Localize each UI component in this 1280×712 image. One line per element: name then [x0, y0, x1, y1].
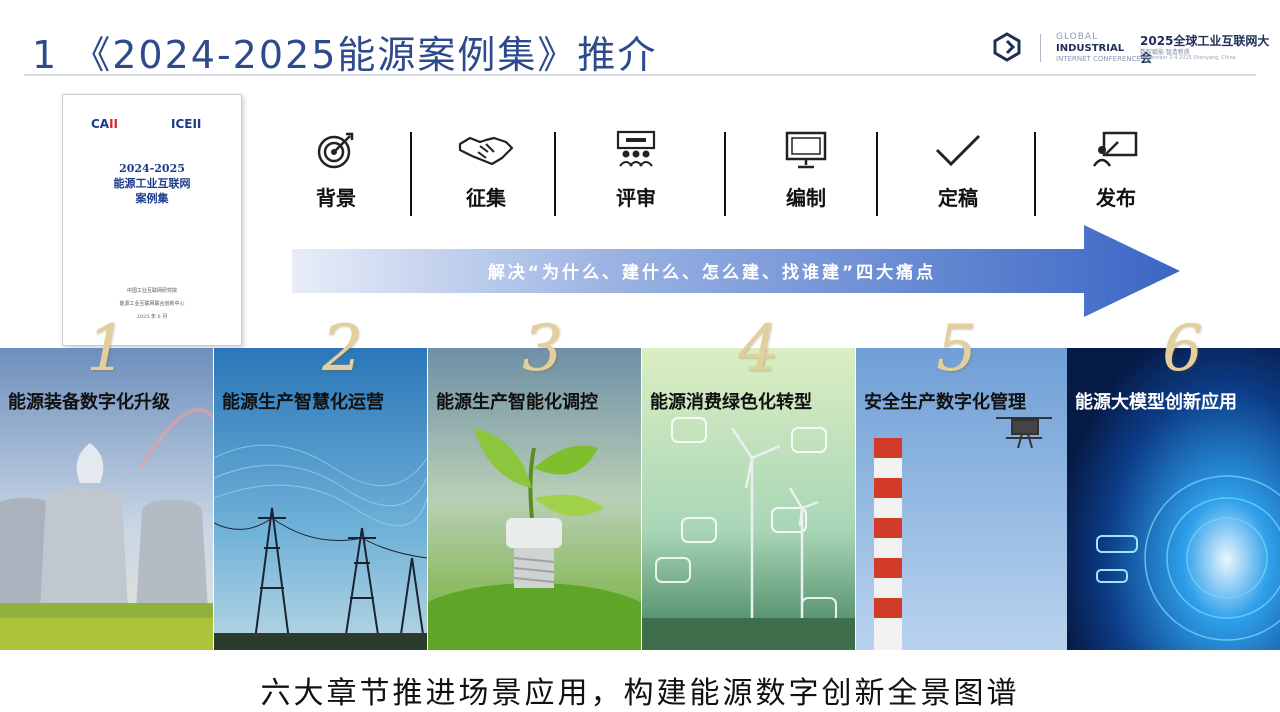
step-separator: [1034, 132, 1036, 216]
target-icon: [317, 132, 354, 169]
chapter-title: 能源消费绿色化转型: [650, 392, 812, 413]
monitor-icon: [785, 131, 827, 169]
step-separator: [876, 132, 878, 216]
step-review: 评审: [586, 130, 686, 211]
cover-title: 2024-2025 能源工业互联网 案例集: [113, 162, 191, 205]
step-collect: 征集: [436, 130, 536, 211]
chapter-panel-1: 能源装备数字化升级: [0, 348, 213, 650]
title-divider: [24, 74, 1256, 76]
step-separator: [724, 132, 726, 216]
step-publish: 发布: [1066, 130, 1166, 211]
caii-logo: CAII: [91, 117, 119, 131]
step-compile: 编制: [756, 130, 856, 211]
chapter-title: 能源装备数字化升级: [8, 392, 170, 413]
chapter-number: 6: [1162, 312, 1203, 386]
step-separator: [554, 132, 556, 216]
conference-logo-icon: [993, 32, 1021, 62]
chapter-panel-4: 能源消费绿色化转型: [642, 348, 855, 650]
chapter-title: 安全生产数字化管理: [864, 392, 1026, 413]
chapter-panel-6: 能源大模型创新应用: [1067, 348, 1280, 650]
gic-logo-text: GLOBAL INDUSTRIAL INTERNET CONFERENCE: [1056, 32, 1141, 63]
logo-divider: [1040, 34, 1041, 62]
step-finalize: 定稿: [908, 130, 1008, 211]
chapter-number: 4: [738, 312, 779, 386]
step-separator: [410, 132, 412, 216]
chapter-number: 1: [86, 312, 127, 386]
step-background: 背景: [286, 130, 386, 211]
chapter-panel-2: 能源生产智慧化运营: [214, 348, 427, 650]
chapter-title: 能源生产智慧化运营: [222, 392, 384, 413]
chapter-number: 3: [522, 312, 563, 386]
conference-date: September 2-4 2025 Shenyang, China: [1140, 55, 1236, 61]
chapter-number: 5: [936, 312, 977, 386]
handshake-icon: [458, 136, 514, 166]
chapter-number: 2: [322, 312, 363, 386]
book-cover: CAII ICEII 2024-2025 能源工业互联网 案例集 中国工业互联网…: [62, 94, 242, 346]
chapter-title: 能源大模型创新应用: [1075, 392, 1237, 413]
chapter-panel-5: 安全生产数字化管理: [856, 348, 1069, 650]
checkmark-icon: [935, 134, 981, 167]
meeting-icon: [616, 130, 656, 167]
chapter-title: 能源生产智能化调控: [436, 392, 598, 413]
summary-caption: 六大章节推进场景应用，构建能源数字创新全景图谱: [260, 676, 1020, 711]
chapter-panel-3: 能源生产智能化调控: [428, 348, 641, 650]
iceii-logo: ICEII: [171, 117, 202, 131]
presentation-icon: [1092, 131, 1138, 167]
arrow-label: 解决“为什么、建什么、怎么建、找谁建”四大痛点: [487, 263, 937, 283]
page-title: 1 《2024-2025能源案例集》推介: [32, 33, 658, 77]
